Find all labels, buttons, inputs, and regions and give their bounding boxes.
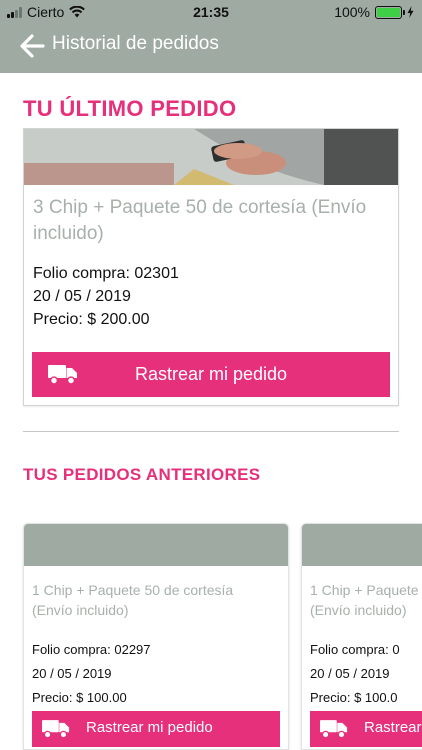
order-price: Precio: $ 100.00 (32, 690, 127, 705)
folio-label: Folio compra: 02297 (32, 642, 151, 657)
card-header (24, 524, 288, 566)
order-date: 20 / 05 / 2019 (33, 288, 131, 305)
order-price: Precio: $ 200.00 (33, 311, 150, 328)
truck-icon (320, 720, 348, 739)
charging-icon (407, 6, 414, 18)
track-order-label: Rastrear mi pedido (134, 364, 288, 384)
page-title: Historial de pedidos (52, 33, 219, 54)
product-photo (24, 129, 398, 185)
order-date: 20 / 05 / 2019 (32, 666, 112, 681)
last-order-title: TU ÚLTIMO PEDIDO (23, 96, 237, 121)
product-line-1: 1 Chip + Paquete 50 de cortesía (310, 582, 422, 598)
order-date: 20 / 05 / 2019 (310, 666, 390, 681)
order-details: Folio compra: 02301 20 / 05 / 2019 Preci… (33, 262, 179, 331)
order-details: Folio compra: 0 20 / 05 / 2019 Precio: $… (310, 638, 422, 710)
previous-orders-title: TUS PEDIDOS ANTERIORES (23, 465, 261, 484)
product-line-2: (Envío incluido) (310, 602, 407, 618)
product-name: 1 Chip + Paquete 50 de cortesía (Envío i… (32, 580, 282, 620)
divider (23, 431, 399, 432)
order-price: Precio: $ 100.0 (310, 690, 398, 705)
last-order-card: 3 Chip + Paquete 50 de cortesía (Envío i… (23, 128, 399, 406)
truck-icon (42, 720, 70, 739)
product-line-1: 1 Chip + Paquete 50 de cortesía (32, 582, 234, 598)
product-line-2: (Envío incluido) (32, 602, 129, 618)
back-arrow-icon[interactable] (18, 32, 46, 60)
folio-label: Folio compra: 02301 (33, 265, 179, 282)
track-order-label: Rastrear mi pedido (364, 719, 422, 736)
nav-bar: Historial de pedidos (0, 24, 422, 73)
battery-icon (375, 5, 405, 19)
status-bar: Cierto 21:35 100% (0, 0, 422, 24)
track-order-button[interactable]: Rastrear mi pedido (310, 711, 422, 747)
product-name: 1 Chip + Paquete 50 de cortesía (Envío i… (310, 580, 422, 620)
order-details: Folio compra: 02297 20 / 05 / 2019 Preci… (32, 638, 151, 710)
folio-label: Folio compra: 0 (310, 642, 400, 657)
track-order-button[interactable]: Rastrear mi pedido (32, 711, 280, 747)
battery-percent: 100% (334, 4, 370, 20)
status-right: 100% (334, 4, 414, 20)
product-name: 3 Chip + Paquete 50 de cortesía (Envío i… (33, 197, 367, 244)
person-with-phone-image (24, 129, 398, 185)
previous-order-card: 1 Chip + Paquete 50 de cortesía (Envío i… (301, 523, 422, 750)
track-order-label: Rastrear mi pedido (86, 719, 213, 736)
card-header (302, 524, 422, 566)
track-order-button[interactable]: Rastrear mi pedido (32, 352, 390, 397)
previous-order-card: 1 Chip + Paquete 50 de cortesía (Envío i… (23, 523, 289, 750)
